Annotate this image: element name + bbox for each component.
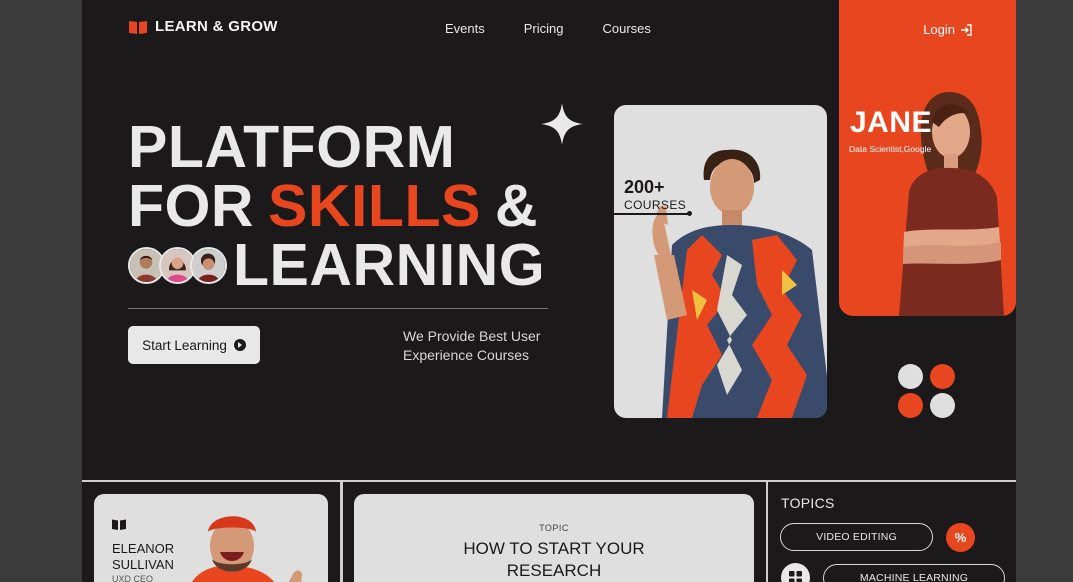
hero-line-1: PLATFORM [128,114,456,180]
book-icon [112,519,126,530]
login-label: Login [923,22,955,37]
topics-heading: TOPICS [781,495,835,511]
topic-title: HOW TO START YOUR RESEARCH [463,539,645,580]
courses-underline [614,213,690,215]
hero-tagline: We Provide Best User Experience Courses [403,328,541,363]
nav-courses[interactable]: Courses [603,21,651,36]
mentor-name: ELEANOR SULLIVAN [112,541,175,572]
instructor-name: JANE [850,106,933,139]
courses-dot [687,211,692,216]
mentor-role: UXD CEO [112,574,154,582]
main-nav: Events Pricing Courses [445,21,651,36]
mentor-photo [192,516,302,582]
mentor-card[interactable]: ELEANOR SULLIVAN UXD CEO [94,494,328,582]
topic-label: TOPIC [539,523,569,533]
login-button[interactable]: Login [923,22,972,37]
start-learning-label: Start Learning [142,337,227,353]
book-icon [129,20,147,34]
hero-skills: SKILLS [268,173,481,239]
hero-heading: PLATFORM FOR SKILLS & LEARNING [128,118,545,295]
topic-pill-video-editing[interactable]: VIDEO EDITING [780,523,933,551]
percent-icon[interactable]: % [946,523,975,552]
topic-pill-machine-learning[interactable]: MACHINE LEARNING [823,564,1005,582]
hero-line-2: FOR SKILLS & [128,177,545,236]
section-divider [82,480,1016,482]
sparkle-icon [541,103,583,145]
card-separator [766,480,768,582]
avatar [190,247,227,284]
nav-events[interactable]: Events [445,21,485,36]
play-icon [233,339,246,351]
featured-course-card: 200+ COURSES [614,105,827,418]
instructor-role: Data Scientist,Google [849,144,932,154]
card-separator [340,480,343,582]
hero-for: FOR [128,173,255,239]
featured-person-photo [652,149,827,418]
background-strip [1016,0,1073,582]
brand-name: LEARN & GROW [155,18,278,35]
hero-ampersand: & [494,173,538,239]
start-learning-button[interactable]: Start Learning [128,326,260,364]
hero-line-3: LEARNING [128,236,545,295]
login-icon [961,23,972,36]
grid-icon[interactable] [781,563,810,582]
courses-badge: 200+ COURSES [624,177,686,212]
courses-count: 200+ [624,177,665,197]
hero-learning: LEARNING [233,232,546,298]
topic-card[interactable]: TOPIC HOW TO START YOUR RESEARCH [354,494,754,582]
landing-page: LEARN & GROW Events Pricing Courses Logi… [82,0,1016,582]
courses-label: COURSES [624,198,687,212]
decorative-dots [898,364,956,420]
instructor-card: Login JANE Data Scientist,Google [839,0,1016,316]
brand-logo[interactable]: LEARN & GROW [129,18,278,35]
hero-divider [128,308,548,309]
avatar-group [128,247,227,284]
nav-pricing[interactable]: Pricing [524,21,564,36]
